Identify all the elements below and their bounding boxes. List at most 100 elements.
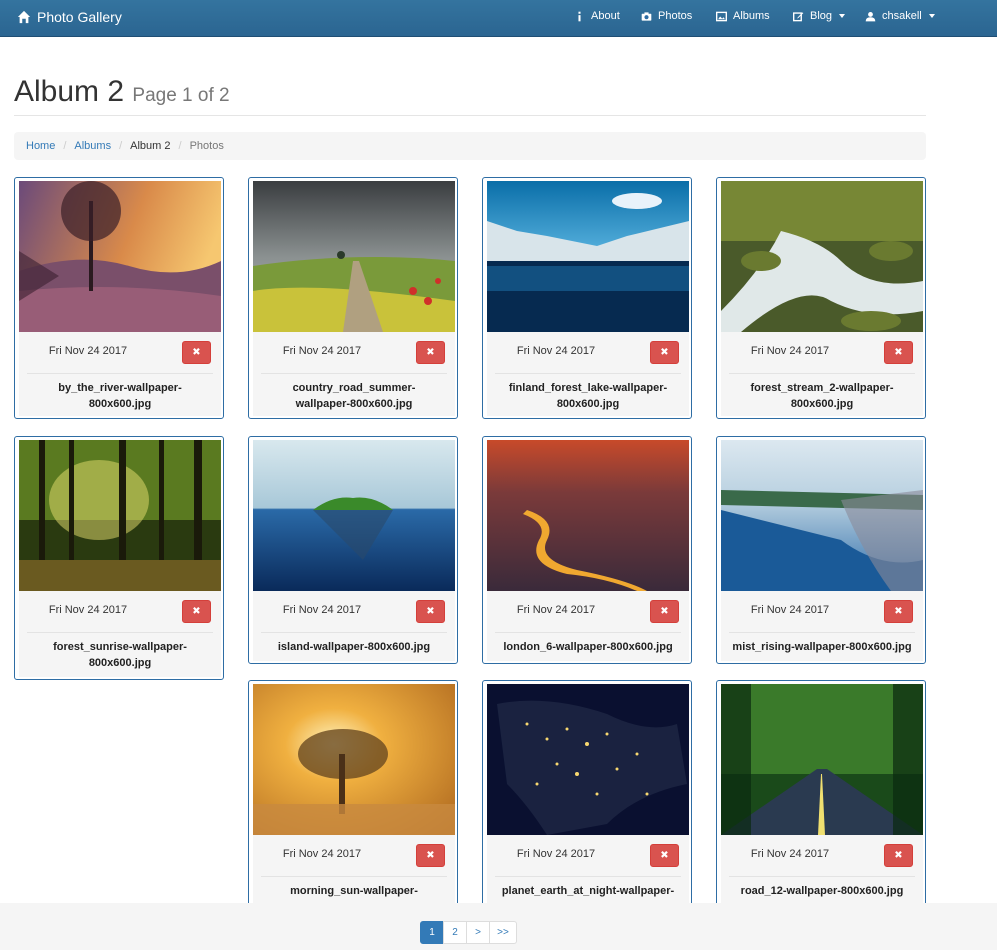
photo-thumbnail[interactable] [253,181,455,332]
delete-button[interactable]: ✖ [884,600,913,623]
camera-icon [641,11,652,21]
photo-thumbnail[interactable] [253,440,455,591]
photo-date: Fri Nov 24 2017 [516,345,596,357]
breadcrumb-albums[interactable]: Albums [74,140,111,152]
photo-thumbnail[interactable] [19,181,221,332]
nav-photos-label: Photos [658,10,693,22]
photo-info: Fri Nov 24 2017 ✖ finland_forest_lake-wa… [487,332,689,416]
photo-date: Fri Nov 24 2017 [282,848,362,860]
photo-card: Fri Nov 24 2017 ✖ morning_sun-wallpaper- [248,680,458,905]
photo-filename: finland_forest_lake-wallpaper- 800x600.jp… [491,380,685,412]
delete-button[interactable]: ✖ [884,844,913,867]
breadcrumb-separator: / [119,140,123,152]
photo-date: Fri Nov 24 2017 [48,604,128,616]
delete-button[interactable]: ✖ [650,341,679,364]
photo-info: Fri Nov 24 2017 ✖ london_6-wallpaper-800… [487,591,689,661]
photo-thumbnail[interactable] [487,684,689,835]
info-icon [578,11,581,21]
close-icon: ✖ [894,606,903,617]
delete-button[interactable]: ✖ [884,341,913,364]
divider [729,373,915,374]
delete-button[interactable]: ✖ [182,341,211,364]
page-2-button[interactable]: 2 [443,921,467,944]
photo-filename: by_the_river-wallpaper- 800x600.jpg [23,380,217,412]
photo-info: Fri Nov 24 2017 ✖ island-wallpaper-800x6… [253,591,455,661]
navbar: Photo Gallery About Photos Albums Blog c… [0,0,997,37]
picture-icon [716,11,727,21]
nav-about[interactable]: About [574,10,620,22]
photo-filename: island-wallpaper-800x600.jpg [277,641,431,653]
album-title: Album 2 [14,75,125,108]
delete-button[interactable]: ✖ [650,844,679,867]
user-icon [865,11,876,21]
nav-blog-dropdown[interactable]: Blog [793,10,846,22]
photo-filename-line2: 800x600.jpg [556,398,620,410]
photo-card: Fri Nov 24 2017 ✖ island-wallpaper-800x6… [248,436,458,664]
delete-button[interactable]: ✖ [416,844,445,867]
last-page-button[interactable]: >> [489,921,517,944]
nav-albums[interactable]: Albums [716,10,770,22]
photo-filename: planet_earth_at_night-wallpaper- [501,885,675,897]
photo-info: Fri Nov 24 2017 ✖ forest_stream_2-wallpa… [721,332,923,416]
nav-blog-label: Blog [810,10,833,22]
breadcrumb-album: Album 2 [130,140,171,152]
photo-date: Fri Nov 24 2017 [48,345,128,357]
divider [27,632,213,633]
nav-user-dropdown[interactable]: chsakell [865,10,935,22]
photo-thumbnail[interactable] [253,684,455,835]
page-1-button[interactable]: 1 [420,921,444,944]
photo-card: Fri Nov 24 2017 ✖ road_12-wallpaper-800x… [716,680,926,905]
photo-info: Fri Nov 24 2017 ✖ mist_rising-wallpaper-… [721,591,923,661]
breadcrumb: Home / Albums / Album 2 / Photos [14,132,926,160]
photo-filename: london_6-wallpaper-800x600.jpg [503,641,673,653]
brand-link[interactable]: Photo Gallery [17,9,122,25]
photo-date: Fri Nov 24 2017 [750,345,830,357]
photo-filename-line2: 800x600.jpg [790,398,854,410]
divider [261,876,447,877]
photo-filename-line1: finland_forest_lake-wallpaper- [508,382,668,394]
delete-button[interactable]: ✖ [416,341,445,364]
delete-button[interactable]: ✖ [182,600,211,623]
close-icon: ✖ [660,347,669,358]
photo-card: Fri Nov 24 2017 ✖ forest_stream_2-wallpa… [716,177,926,419]
delete-button[interactable]: ✖ [650,600,679,623]
chevron-down-icon [928,14,935,18]
photo-thumbnail[interactable] [721,181,923,332]
photo-info: Fri Nov 24 2017 ✖ by_the_river-wallpaper… [19,332,221,416]
photo-thumbnail[interactable] [721,684,923,835]
nav-albums-label: Albums [733,10,770,22]
home-icon [17,10,31,24]
divider [27,373,213,374]
photo-filename: road_12-wallpaper-800x600.jpg [740,885,904,897]
photo-card: Fri Nov 24 2017 ✖ forest_sunrise-wallpap… [14,436,224,680]
close-icon: ✖ [192,606,201,617]
breadcrumb-home[interactable]: Home [26,140,55,152]
photo-card: Fri Nov 24 2017 ✖ planet_earth_at_night-… [482,680,692,905]
photo-info: Fri Nov 24 2017 ✖ forest_sunrise-wallpap… [19,591,221,677]
nav-photos[interactable]: Photos [641,10,692,22]
photo-thumbnail[interactable] [487,440,689,591]
divider [261,373,447,374]
page-title: Album 2 Page 1 of 2 [14,74,926,114]
photo-filename-line1: forest_stream_2-wallpaper- [750,382,894,394]
nav-about-label: About [591,10,620,22]
photo-thumbnail[interactable] [487,181,689,332]
photo-filename: mist_rising-wallpaper-800x600.jpg [732,641,912,653]
page-header: Album 2 Page 1 of 2 [14,74,926,116]
photo-filename-line2: 800x600.jpg [88,398,152,410]
next-page-button[interactable]: > [466,921,490,944]
photo-filename-line2: wallpaper-800x600.jpg [295,398,413,410]
close-icon: ✖ [894,347,903,358]
breadcrumb-separator: / [63,140,67,152]
close-icon: ✖ [660,850,669,861]
divider [729,632,915,633]
photo-thumbnail[interactable] [19,440,221,591]
photo-card: Fri Nov 24 2017 ✖ london_6-wallpaper-800… [482,436,692,664]
photo-thumbnail[interactable] [721,440,923,591]
delete-button[interactable]: ✖ [416,600,445,623]
photo-filename: morning_sun-wallpaper- [290,885,418,897]
close-icon: ✖ [426,347,435,358]
photo-filename-line1: country_road_summer- [292,382,416,394]
photo-filename: forest_stream_2-wallpaper- 800x600.jpg [725,380,919,412]
photo-info: Fri Nov 24 2017 ✖ morning_sun-wallpaper- [253,835,455,905]
